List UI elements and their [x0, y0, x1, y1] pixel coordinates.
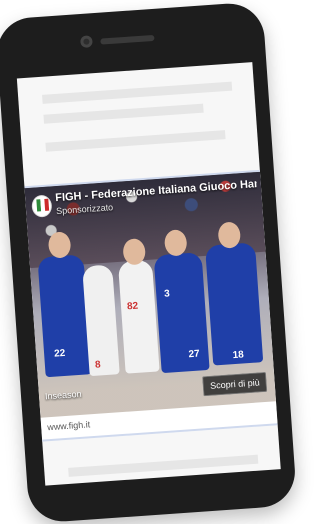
sponsored-ad-card[interactable]: 22 8 82 27 3 18 FIGH - Federazione Itali… — [24, 169, 278, 442]
player-figure — [117, 259, 160, 374]
ad-image-handball-team[interactable]: 22 8 82 27 3 18 FIGH - Federazione Itali… — [24, 171, 276, 418]
player-figure — [82, 264, 120, 377]
jersey-number: 27 — [188, 348, 201, 361]
front-camera-icon — [80, 35, 93, 49]
phone-device: 22 8 82 27 3 18 FIGH - Federazione Itali… — [0, 1, 298, 524]
placeholder-line — [45, 130, 226, 152]
ad-url[interactable]: www.figh.it — [47, 419, 91, 432]
player-figure — [204, 242, 264, 366]
jersey-number: 18 — [232, 349, 245, 362]
player-figure — [153, 252, 210, 374]
learn-more-button[interactable]: Scopri di più — [202, 371, 268, 397]
speaker-grille — [100, 34, 155, 45]
sponsored-label: Sponsorizzato — [55, 202, 114, 217]
phone-screen: 22 8 82 27 3 18 FIGH - Federazione Itali… — [16, 62, 281, 486]
placeholder-line — [43, 103, 204, 124]
jersey-number: 8 — [94, 359, 101, 371]
jersey-number: 3 — [163, 288, 171, 300]
jersey-number: 22 — [53, 347, 66, 360]
placeholder-line — [68, 454, 259, 477]
jersey-number: 82 — [126, 300, 139, 313]
photo-watermark: Inseason — [44, 388, 82, 402]
placeholder-line — [42, 81, 233, 104]
figh-logo — [31, 194, 53, 218]
